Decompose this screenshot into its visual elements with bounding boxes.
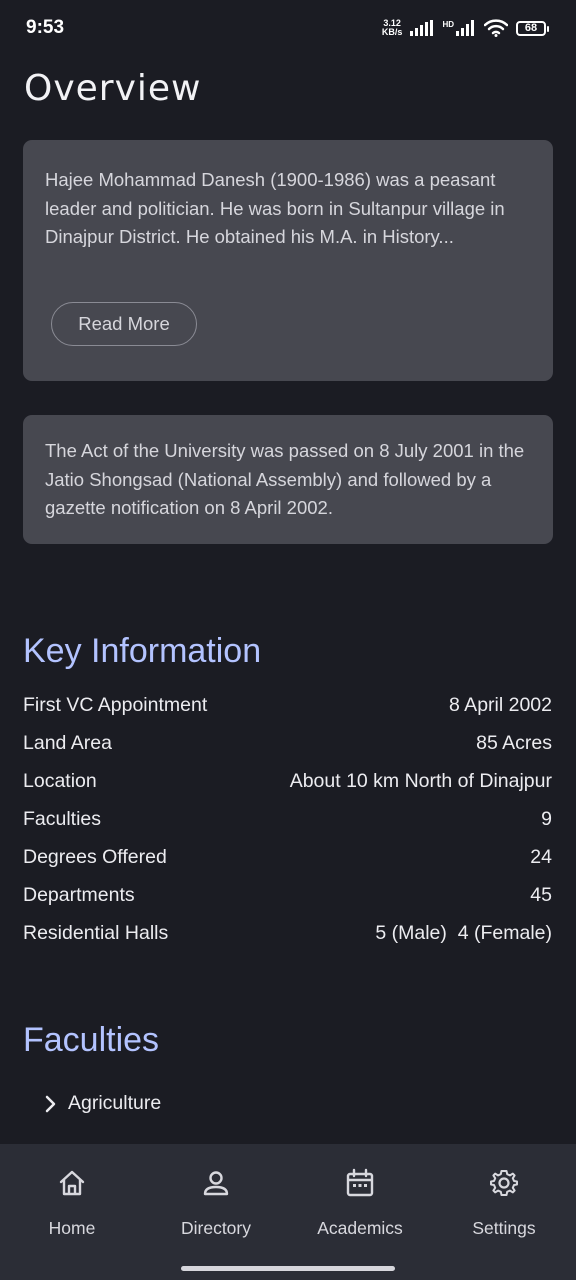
info-label: Residential Halls — [23, 921, 169, 944]
calendar-icon — [346, 1168, 374, 1197]
bottom-navigation: Home Directory Academics Settings — [0, 1144, 576, 1280]
wifi-icon — [484, 19, 508, 37]
read-more-button[interactable]: Read More — [51, 302, 197, 346]
chevron-right-icon — [45, 1095, 56, 1112]
person-icon — [203, 1171, 229, 1196]
signal-icon — [410, 20, 434, 36]
info-value: 5 (Male) 4 (Female) — [375, 921, 552, 944]
info-row-faculties: Faculties 9 — [23, 800, 552, 838]
faculty-item-agriculture[interactable]: Agriculture — [44, 1092, 161, 1115]
info-label: Departments — [23, 883, 135, 906]
faculty-item-label: Agriculture — [68, 1092, 162, 1114]
network-speed-unit: KB/s — [381, 27, 403, 37]
signal-icon-2 — [456, 20, 474, 36]
gear-icon — [490, 1170, 518, 1196]
nav-label: Settings — [472, 1218, 536, 1238]
hd-signal: HD — [442, 20, 476, 36]
status-bar: 9:53 3.12 KB/s HD 68 — [0, 0, 576, 56]
info-value: About 10 km North of Dinajpur — [289, 769, 552, 792]
info-label: Land Area — [23, 731, 112, 754]
info-row-location: Location About 10 km North of Dinajpur — [23, 762, 552, 800]
info-label: First VC Appointment — [23, 693, 208, 716]
info-row-residential-halls: Residential Halls 5 (Male) 4 (Female) — [23, 914, 552, 952]
nav-item-directory[interactable]: Directory — [144, 1144, 288, 1280]
overview-card-act: The Act of the University was passed on … — [23, 415, 553, 544]
info-value: 45 — [530, 883, 552, 906]
info-label: Location — [23, 769, 97, 792]
info-row-land-area: Land Area 85 Acres — [23, 724, 552, 762]
overview-title: Overview — [24, 68, 202, 109]
battery-icon: 68 — [516, 20, 549, 36]
status-icons: 3.12 KB/s HD 68 — [382, 19, 549, 37]
info-row-first-vc: First VC Appointment 8 April 2002 — [23, 686, 552, 724]
key-information-list: First VC Appointment 8 April 2002 Land A… — [23, 686, 552, 952]
info-row-degrees: Degrees Offered 24 — [23, 838, 552, 876]
key-information-title: Key Information — [23, 632, 262, 670]
act-text: The Act of the University was passed on … — [45, 440, 525, 518]
info-value: 85 Acres — [476, 731, 552, 754]
home-indicator[interactable] — [181, 1266, 395, 1271]
info-label: Faculties — [23, 807, 102, 830]
info-value: 24 — [530, 845, 552, 868]
nav-label: Directory — [180, 1218, 251, 1238]
nav-label: Home — [48, 1218, 96, 1238]
info-row-departments: Departments 45 — [23, 876, 552, 914]
overview-card-bio: Hajee Mohammad Danesh (1900-1986) was a … — [23, 140, 553, 381]
hd-label: HD — [442, 20, 454, 29]
info-value: 9 — [541, 807, 552, 830]
battery-level: 68 — [524, 22, 538, 34]
nav-item-home[interactable]: Home — [0, 1144, 144, 1280]
nav-item-settings[interactable]: Settings — [432, 1144, 576, 1280]
network-speed: 3.12 KB/s — [382, 19, 403, 37]
home-icon — [59, 1170, 85, 1196]
faculties-title: Faculties — [23, 1021, 160, 1059]
status-time: 9:53 — [26, 17, 65, 38]
bio-text: Hajee Mohammad Danesh (1900-1986) was a … — [45, 169, 505, 247]
nav-item-academics[interactable]: Academics — [288, 1144, 432, 1280]
info-value: 8 April 2002 — [449, 693, 552, 716]
nav-label: Academics — [317, 1218, 403, 1238]
info-label: Degrees Offered — [23, 845, 167, 868]
